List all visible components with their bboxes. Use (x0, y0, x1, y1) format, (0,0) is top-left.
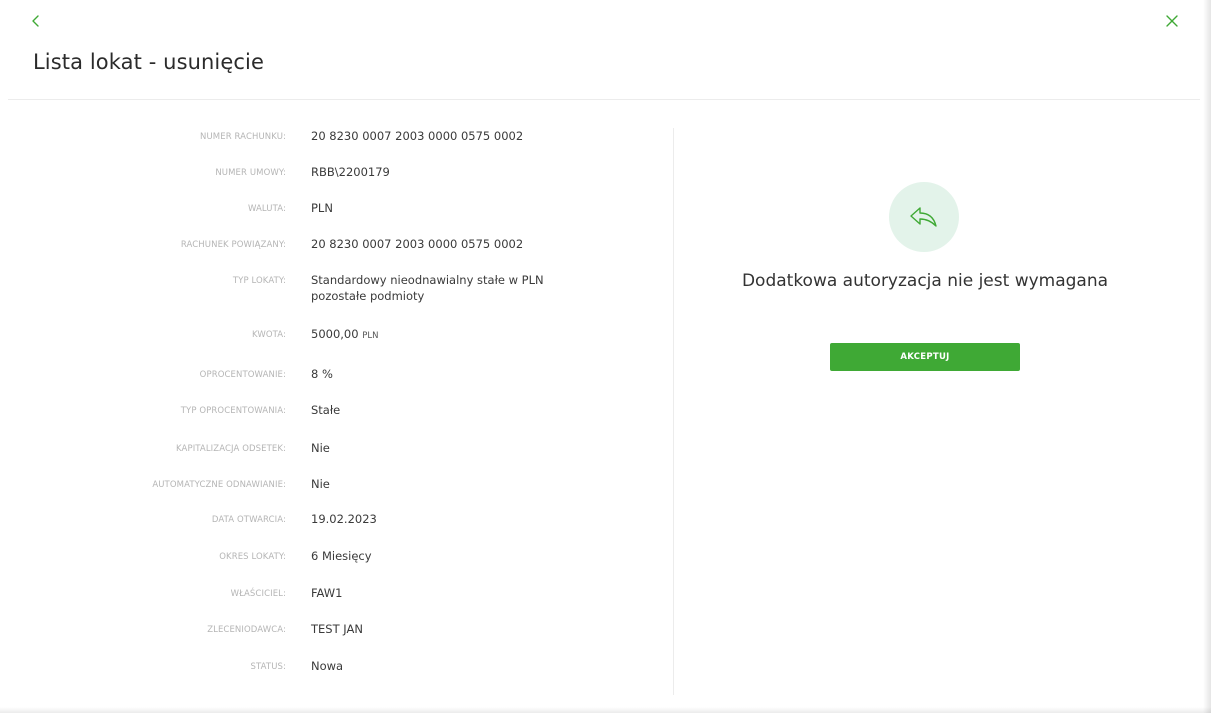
detail-row-interest-rate: OPROCENTOWANIE: 8 % (0, 366, 660, 386)
detail-row-contract-number: NUMER UMOWY: RBB\2200179 (0, 164, 660, 184)
detail-label: AUTOMATYCZNE ODNAWIANIE: (152, 480, 286, 490)
detail-label: WALUTA: (247, 204, 286, 214)
amount-currency: PLN (362, 331, 379, 341)
detail-value: 19.02.2023 (311, 512, 377, 526)
detail-label: ZLECENIODAWCA: (207, 625, 286, 635)
detail-row-owner: WŁAŚCICIEL: FAW1 (0, 585, 660, 605)
detail-row-auto-renewal: AUTOMATYCZNE ODNAWIANIE: Nie (0, 476, 660, 496)
detail-label: TYP LOKATY: (232, 276, 286, 286)
authorization-message: Dodatkowa autoryzacja nie jest wymagana (741, 271, 1109, 291)
detail-value: TEST JAN (311, 622, 363, 636)
chevron-left-icon (32, 15, 39, 27)
detail-row-deposit-type: TYP LOKATY: Standardowy nieodnawialny st… (0, 272, 660, 308)
detail-value: 20 8230 0007 2003 0000 0575 0002 (311, 129, 524, 143)
detail-row-status: STATUS: Nowa (0, 658, 660, 678)
detail-value: Standardowy nieodnawialny stałe w PLN po… (311, 272, 544, 304)
detail-value: FAW1 (311, 586, 343, 600)
detail-value: PLN (311, 201, 333, 215)
detail-value: 6 Miesięcy (311, 549, 372, 563)
deposit-removal-page: Lista lokat - usunięcie NUMER RACHUNKU: … (0, 0, 1211, 713)
panel-edge-shadow (1203, 0, 1211, 713)
detail-value: Nowa (311, 659, 344, 673)
detail-label: KWOTA: (251, 330, 286, 340)
close-icon (1166, 15, 1178, 27)
column-divider (673, 128, 674, 695)
detail-label: STATUS: (250, 662, 286, 672)
detail-label: RACHUNEK POWIĄZANY: (180, 240, 286, 250)
detail-row-opening-date: DATA OTWARCIA: 19.02.2023 (0, 511, 660, 531)
close-button[interactable] (1164, 13, 1180, 29)
back-button[interactable] (28, 12, 44, 30)
detail-value-line-2: pozostałe podmioty (311, 289, 425, 303)
accept-button[interactable]: AKCEPTUJ (830, 343, 1020, 371)
header-divider (8, 99, 1200, 100)
detail-value: RBB\2200179 (311, 165, 390, 179)
panel-bottom-shadow (0, 707, 1211, 713)
page-title: Lista lokat - usunięcie (33, 50, 264, 74)
detail-row-amount: KWOTA: 5000,00 PLN (0, 326, 660, 346)
detail-value: 20 8230 0007 2003 0000 0575 0002 (311, 237, 524, 251)
reply-arrow-icon (910, 207, 937, 227)
detail-row-ordering-party: ZLECENIODAWCA: TEST JAN (0, 621, 660, 641)
detail-value: 8 % (311, 367, 333, 381)
detail-label: WŁAŚCICIEL: (230, 589, 286, 599)
detail-label: OPROCENTOWANIE: (199, 370, 286, 380)
detail-label: KAPITALIZACJA ODSETEK: (176, 444, 286, 454)
detail-row-account-number: NUMER RACHUNKU: 20 8230 0007 2003 0000 0… (0, 128, 660, 148)
detail-value: Nie (311, 441, 330, 455)
detail-label: OKRES LOKATY: (219, 552, 286, 562)
authorization-icon-badge (889, 182, 959, 252)
detail-value: Nie (311, 477, 330, 491)
detail-row-deposit-period: OKRES LOKATY: 6 Miesięcy (0, 548, 660, 568)
detail-label: DATA OTWARCIA: (211, 515, 286, 525)
detail-row-interest-type: TYP OPROCENTOWANIA: Stałe (0, 402, 660, 422)
amount-value: 5000,00 (311, 327, 359, 341)
detail-row-currency: WALUTA: PLN (0, 200, 660, 220)
detail-row-linked-account: RACHUNEK POWIĄZANY: 20 8230 0007 2003 00… (0, 236, 660, 256)
detail-value-line-1: Standardowy nieodnawialny stałe w PLN (311, 273, 544, 287)
detail-row-capitalization: KAPITALIZACJA ODSETEK: Nie (0, 440, 660, 460)
detail-label: NUMER RACHUNKU: (200, 132, 286, 142)
detail-label: NUMER UMOWY: (215, 168, 286, 178)
detail-label: TYP OPROCENTOWANIA: (180, 406, 286, 416)
detail-value: 5000,00 PLN (311, 326, 378, 344)
detail-value: Stałe (311, 403, 341, 417)
